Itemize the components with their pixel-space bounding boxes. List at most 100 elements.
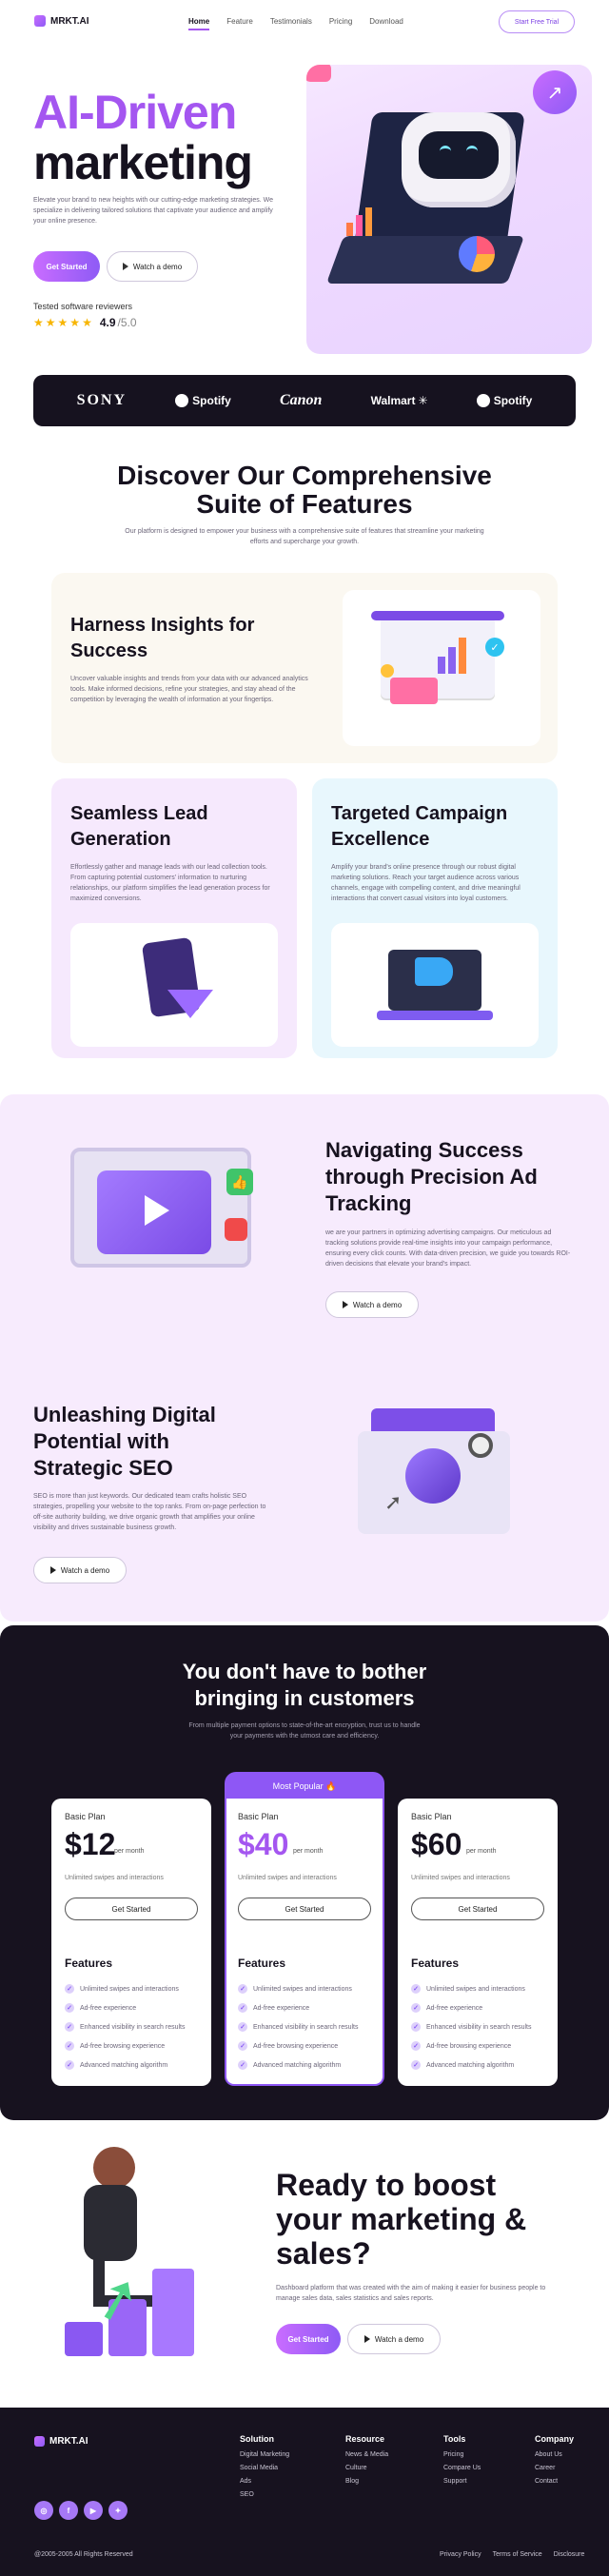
seo-illustration: ➚ [358,1408,520,1542]
footer-col-resource: Resource News & Media Culture Blog [345,2434,388,2491]
star-icon: ★ [69,316,81,329]
feature-item: ✓ Advanced matching algorithm [65,2055,186,2075]
start-trial-button[interactable]: Start Free Trial [499,10,575,33]
nav-link-testimonials[interactable]: Testimonials [270,17,312,30]
nav-link-download[interactable]: Download [369,17,403,30]
footer-link[interactable]: Compare Us [443,2465,481,2478]
cta-illustration: ➚ [55,2147,246,2366]
check-icon: ✓ [238,2041,247,2051]
footer-link[interactable]: Career [535,2465,574,2478]
hero-get-started-button[interactable]: Get Started [33,251,100,282]
cta-watch-demo-button[interactable]: Watch a demo [347,2324,441,2354]
step-block-3 [152,2269,194,2356]
footer-col-title: Solution [240,2434,274,2444]
play-icon [363,2335,370,2343]
laptop-base [325,236,525,284]
privacy-policy-link[interactable]: Privacy Policy [440,2551,481,2558]
instagram-icon[interactable]: ◎ [34,2501,53,2520]
feature-item: ✓ Ad-free browsing experience [65,2036,186,2055]
plan-get-started-button[interactable]: Get Started [411,1898,544,1920]
footer-col-company: Company About Us Career Contact [535,2434,574,2491]
check-icon: ✓ [411,2060,421,2070]
seo-title-line2: Potential with [33,1429,169,1453]
footer-col-title: Company [535,2434,575,2444]
hero-description: Elevate your brand to new heights with o… [33,197,274,225]
hero-title-line2: marketing [33,136,253,189]
ad-tracking-watch-demo-button[interactable]: Watch a demo [325,1291,419,1318]
ad-tracking-title-line2: through Precision Ad [325,1165,538,1189]
feature-item: ✓ Advanced matching algorithm [411,2055,532,2075]
footer-link[interactable]: Social Media [240,2465,289,2478]
nav-link-pricing[interactable]: Pricing [329,17,352,30]
funnel-icon [167,990,213,1018]
plan-period: per month [466,1848,497,1855]
facebook-icon[interactable]: f [59,2501,78,2520]
footer-link[interactable]: Pricing [443,2451,481,2465]
feature-item: ✓ Ad-free experience [65,1998,186,2017]
thumbs-down-icon [225,1218,247,1241]
step-block-1 [65,2322,103,2356]
feature-item: ✓ Ad-free experience [411,1998,532,2017]
plan-price: $12 [65,1827,116,1861]
features-subtitle: Our platform is designed to empower your… [125,528,484,545]
feature-item: ✓ Ad-free browsing experience [411,2036,532,2055]
board-top-bar [371,611,504,620]
plan-name: Basic Plan [411,1812,452,1821]
check-icon: ✓ [238,2003,247,2013]
footer-logo-text: MRKT.AI [49,2436,88,2447]
seo-watch-demo-button[interactable]: Watch a demo [33,1557,127,1583]
plan-desc: Unlimited swipes and interactions [65,1875,164,1881]
youtube-icon[interactable]: ▶ [84,2501,103,2520]
play-icon [49,1566,56,1574]
person-figure [93,2147,135,2189]
twitter-icon[interactable]: ✦ [108,2501,128,2520]
terms-link[interactable]: Terms of Service [493,2551,542,2558]
feature-item: ✓ Ad-free browsing experience [238,2036,359,2055]
check-icon: ✓ [238,2060,247,2070]
footer-link[interactable]: SEO [240,2491,289,2505]
footer-link[interactable]: Digital Marketing [240,2451,289,2465]
lead-title-line1: Seamless Lead [70,803,208,824]
footer-link[interactable]: Blog [345,2478,388,2491]
insights-body: Uncover valuable insights and trends fro… [70,676,308,703]
plan-get-started-button[interactable]: Get Started [65,1898,198,1920]
campaign-card: Targeted Campaign Excellence Amplify you… [312,778,558,1058]
footer-link[interactable]: News & Media [345,2451,388,2465]
plan-name: Basic Plan [65,1812,106,1821]
footer-col-tools: Tools Pricing Compare Us Support [443,2434,481,2491]
features-title-line2: Suite of Features [196,489,413,519]
cta-get-started-button[interactable]: Get Started [276,2324,341,2354]
person-body [84,2185,137,2261]
hero-illustration: ↗ [306,65,592,354]
footer-link[interactable]: Support [443,2478,481,2491]
nav-link-feature[interactable]: Feature [226,17,253,30]
check-icon: ✓ [65,2041,74,2051]
campaign-illustration [331,923,539,1047]
plan-card-pro: Basic Plan $60 per month Unlimited swipe… [398,1799,558,2086]
plan-get-started-button[interactable]: Get Started [238,1898,371,1920]
arrow-up-right-button[interactable]: ↗ [533,70,577,114]
hero-watch-demo-label: Watch a demo [132,262,183,271]
cta-watch-demo-label: Watch a demo [374,2334,424,2344]
pricing-subtitle: From multiple payment options to state-o… [188,1722,421,1740]
spotify-icon [175,394,189,407]
navbar: MRKT.AI Home Feature Testimonials Pricin… [0,0,609,44]
nav-link-home[interactable]: Home [188,17,210,30]
logo[interactable]: MRKT.AI [34,15,89,27]
footer-link[interactable]: About Us [535,2451,574,2465]
footer-link[interactable]: Culture [345,2465,388,2478]
features-title-line1: Discover Our Comprehensive [117,461,492,490]
check-icon: ✓ [411,2003,421,2013]
feature-item: ✓ Advanced matching algorithm [238,2055,359,2075]
star-icon: ★ [57,316,69,329]
hero-watch-demo-button[interactable]: Watch a demo [107,251,198,282]
disclosure-link[interactable]: Disclosure [554,2551,585,2558]
footer-link[interactable]: Ads [240,2478,289,2491]
ad-tracking-title-line1: Navigating Success [325,1138,523,1162]
check-icon: ✓ [238,1984,247,1994]
lead-card: Seamless Lead Generation Effortlessly ga… [51,778,297,1058]
brand-canon: Canon [279,392,323,408]
ad-tracking-body: we are your partners in optimizing adver… [325,1229,571,1268]
footer-link[interactable]: Contact [535,2478,574,2491]
footer-logo[interactable]: MRKT.AI [34,2436,88,2447]
